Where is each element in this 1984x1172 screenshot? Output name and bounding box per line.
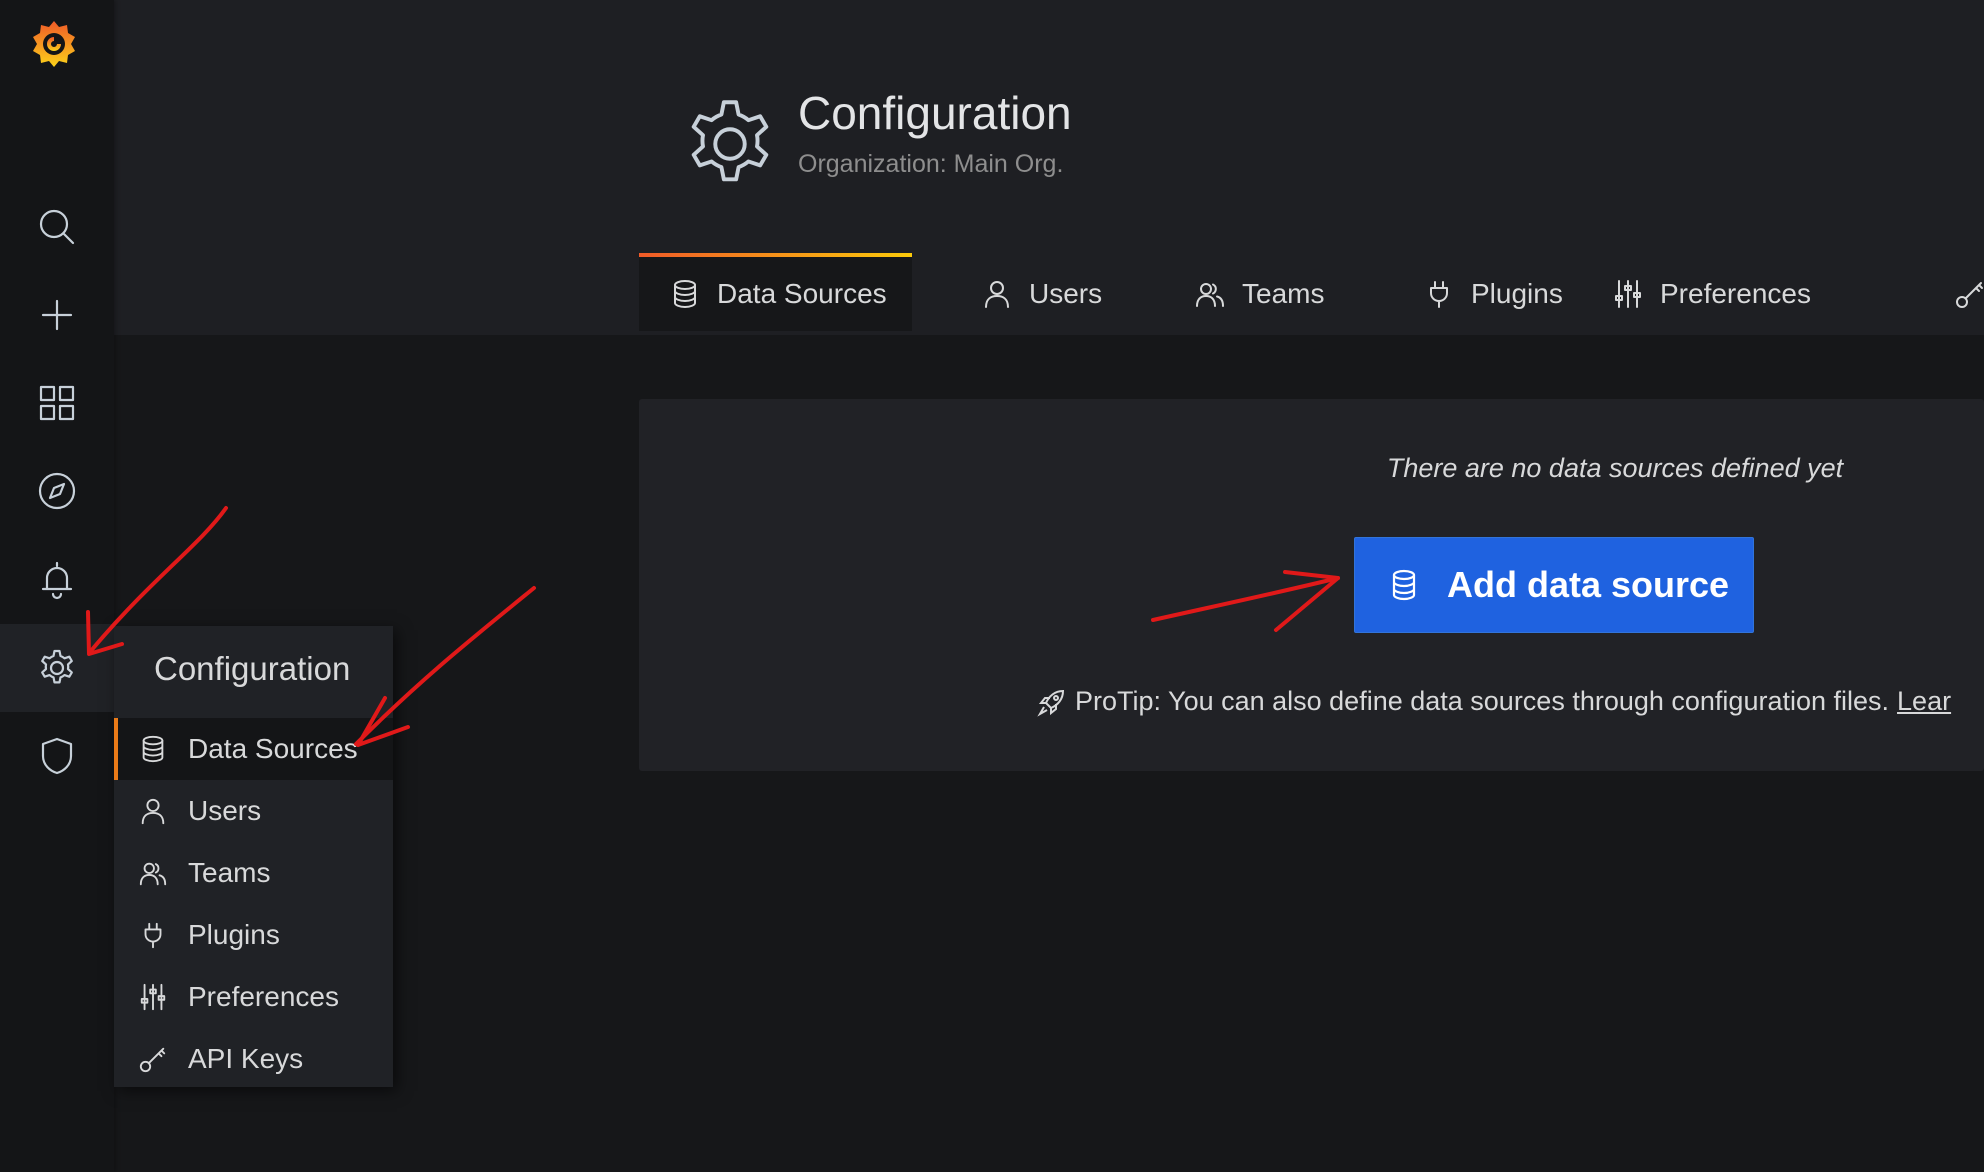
rocket-icon xyxy=(1037,689,1065,717)
protip-text: ProTip: You can also define data sources… xyxy=(1075,686,1890,716)
tab-teams[interactable]: Teams xyxy=(1194,253,1324,335)
gear-icon xyxy=(41,649,73,684)
gear-icon xyxy=(691,100,769,182)
dropdown-item-label: Data Sources xyxy=(188,733,358,764)
users-icon xyxy=(139,862,167,886)
tab-api-keys[interactable] xyxy=(1954,253,1984,335)
configuration-nav-button[interactable] xyxy=(0,624,114,712)
search-icon xyxy=(39,209,75,245)
create-nav-button[interactable] xyxy=(0,271,114,359)
server-admin-nav-button[interactable] xyxy=(0,712,114,800)
shield-icon xyxy=(41,737,73,775)
empty-state-message: There are no data sources defined yet xyxy=(1386,453,1844,483)
protip-learn-more-link[interactable]: Lear xyxy=(1897,686,1951,717)
explore-nav-button[interactable] xyxy=(0,447,114,535)
dropdown-item-api-keys[interactable]: API Keys xyxy=(114,1028,393,1090)
dropdown-title: Configuration xyxy=(154,650,351,687)
dropdown-item-plugins[interactable]: Plugins xyxy=(114,904,393,966)
plus-icon xyxy=(41,299,73,331)
user-icon xyxy=(141,798,165,825)
tab-users[interactable]: Users xyxy=(981,253,1102,335)
page-title: Configuration xyxy=(798,87,1072,139)
dropdown-item-data-sources[interactable]: Data Sources xyxy=(114,718,393,780)
tab-label: Teams xyxy=(1242,278,1325,309)
dropdown-item-label: API Keys xyxy=(188,1043,304,1074)
dashboards-nav-button[interactable] xyxy=(0,359,114,447)
grafana-logo-icon[interactable] xyxy=(28,15,80,73)
dropdown-item-label: Preferences xyxy=(188,981,339,1012)
tab-label: Users xyxy=(1029,278,1103,309)
plug-icon xyxy=(1430,281,1448,308)
users-icon xyxy=(1196,283,1224,307)
sliders-icon xyxy=(1615,280,1641,308)
dropdown-item-preferences[interactable]: Preferences xyxy=(114,966,393,1028)
configuration-dropdown-menu: Configuration Data Sources Users Teams P… xyxy=(114,626,393,1087)
tab-preferences[interactable]: Preferences xyxy=(1612,253,1811,335)
database-icon xyxy=(142,735,164,763)
dropdown-item-label: Plugins xyxy=(188,919,280,950)
tab-label: Data Sources xyxy=(717,278,887,309)
database-icon xyxy=(1392,569,1416,601)
dashboards-grid-icon xyxy=(39,385,75,421)
search-nav-button[interactable] xyxy=(0,183,114,271)
dropdown-item-users[interactable]: Users xyxy=(114,780,393,842)
key-icon xyxy=(1956,282,1983,308)
side-menu xyxy=(0,0,114,1172)
tab-data-sources[interactable]: Data Sources xyxy=(639,253,912,331)
page-subtitle: Organization: Main Org. xyxy=(798,150,1064,178)
empty-list-cta-panel: There are no data sources defined yet Ad… xyxy=(639,399,1984,771)
page-header: Configuration Organization: Main Org. Da… xyxy=(114,0,1984,335)
database-icon xyxy=(674,280,696,308)
key-icon xyxy=(139,1047,166,1073)
compass-explore-icon xyxy=(38,472,76,510)
dropdown-item-label: Teams xyxy=(188,857,271,888)
tab-plugins[interactable]: Plugins xyxy=(1423,253,1563,335)
header-gear-icon xyxy=(676,90,784,198)
add-data-source-button[interactable]: Add data source xyxy=(1354,537,1754,633)
alerting-nav-button[interactable] xyxy=(0,535,114,623)
sliders-icon xyxy=(140,983,166,1011)
tab-label: Plugins xyxy=(1471,278,1563,309)
dropdown-item-teams[interactable]: Teams xyxy=(114,842,393,904)
user-icon xyxy=(985,281,1009,308)
add-data-source-label: Add data source xyxy=(1447,564,1730,605)
bell-alerting-icon xyxy=(41,561,73,600)
plug-icon xyxy=(144,922,162,949)
dropdown-item-label: Users xyxy=(188,795,262,826)
tab-label: Preferences xyxy=(1660,278,1811,309)
protip: ProTip: You can also define data sources… xyxy=(1037,686,1951,717)
